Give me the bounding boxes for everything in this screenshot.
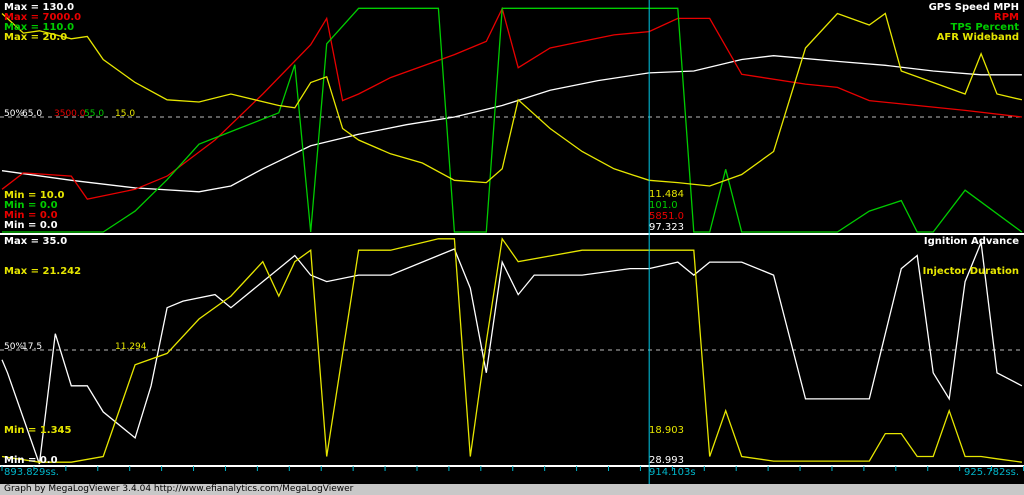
series-line-ignition-advance (1, 239, 1023, 465)
time-cursor: 914.103s (649, 467, 696, 478)
bottom-mid-pct: 50% (4, 342, 25, 352)
series-line-rpm (1, 6, 1022, 200)
cursor-value-rpm: 5851.0 (649, 211, 684, 222)
cursor-value-afr: 11.484 (649, 189, 684, 200)
bottom-mid-injector: 11.294 (115, 342, 147, 352)
cursor-value-speed: 97.323 (649, 222, 684, 233)
top-min-speed: Min = 0.0 (4, 220, 58, 231)
bottom-max-ignition: Max = 35.0 (4, 236, 68, 247)
cursor-value-injector: 18.903 (649, 425, 684, 436)
time-start: 893.829ss. (4, 467, 59, 478)
bottom-min-injector: Min = 1.345 (4, 425, 72, 436)
channel-injector-duration[interactable]: Injector Duration (923, 266, 1019, 277)
top-mid-pct: 50% (4, 109, 25, 119)
megalog-graph-area[interactable] (0, 0, 1024, 495)
bottom-max-injector: Max = 21.242 (4, 266, 82, 277)
top-mid-rpm: 3500.0 (54, 109, 86, 119)
bottom-mid-ignition: 17.5 (22, 342, 43, 352)
top-mid-speed: 65.0 (22, 109, 43, 119)
top-max-afr: Max = 20.0 (4, 32, 68, 43)
series-line-tps-percent (2, 7, 1023, 233)
footer-bar: Graph by MegaLogViewer 3.4.04 http://www… (0, 484, 1024, 495)
channel-afr[interactable]: AFR Wideband (937, 32, 1019, 43)
bottom-min-ignition: Min = 0.0 (4, 455, 58, 466)
time-end: 925.782ss. (964, 467, 1019, 478)
channel-ignition-advance[interactable]: Ignition Advance (924, 236, 1019, 247)
cursor-value-ignition: 28.993 (649, 455, 684, 466)
footer-credit[interactable]: Graph by MegaLogViewer 3.4.04 http://www… (4, 484, 353, 495)
top-mid-tps: 55.0 (84, 109, 105, 119)
cursor-value-tps: 101.0 (649, 200, 678, 211)
series-line-gps-speed-mph (1, 55, 1022, 193)
top-mid-afr: 15.0 (115, 109, 136, 119)
